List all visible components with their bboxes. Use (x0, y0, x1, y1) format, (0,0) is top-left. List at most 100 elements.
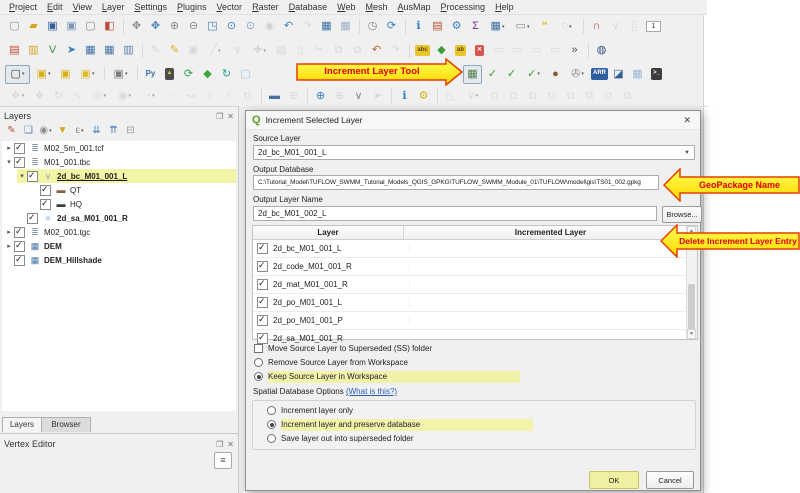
delete-selected-icon[interactable]: ▯▾ (292, 42, 309, 59)
statistical-summary-icon[interactable]: Σ▾ (467, 18, 484, 35)
tree-expander-icon[interactable]: ▸ (4, 242, 14, 250)
cursor-gray-icon[interactable]: ➤▾ (369, 88, 386, 105)
delete-ring-icon[interactable]: ◌▾ (163, 88, 180, 105)
filter-legend-icon[interactable]: ▼▾ (55, 124, 70, 139)
move-map-icon[interactable]: ⊕▾ (312, 88, 329, 105)
topology-tool-icon[interactable]: ⧉▾ (562, 88, 579, 105)
option-save-superseded[interactable]: Save layer out into superseded folder (265, 432, 695, 445)
python-console-icon[interactable]: Py▾ (142, 66, 159, 83)
layer-visibility-checkbox[interactable] (14, 241, 25, 252)
digitize-disabled-icon[interactable]: ∨▾ (461, 88, 484, 105)
check-files-icon[interactable]: ✓▾ (484, 66, 501, 83)
zoom-native-icon[interactable]: ◉▾ (261, 18, 278, 35)
topology-tool-icon[interactable]: ⧉▾ (543, 88, 560, 105)
menu-item[interactable]: Plugins (172, 2, 212, 12)
menu-item[interactable]: AusMap (392, 2, 435, 12)
wrench-settings-icon[interactable]: ⚙▾ (415, 88, 432, 105)
style-manager-icon[interactable]: ◧▾ (101, 18, 118, 35)
enable-tracing-icon[interactable]: ∨▾ (607, 18, 624, 35)
add-group-icon[interactable]: ❏▾ (21, 124, 36, 139)
layer-m02-001-tgc[interactable]: ▸ ≣ M02_001.tgc (4, 225, 236, 239)
add-raster-layer-icon[interactable]: ➤▾ (63, 42, 80, 59)
layer-visibility-checkbox[interactable] (14, 143, 25, 154)
move-label-icon[interactable]: ▭▾ (509, 42, 526, 59)
new-project-icon[interactable]: ▢▾ (6, 18, 23, 35)
layer-dem-hillshade[interactable]: ▦ DEM_Hillshade (4, 253, 236, 267)
move-feature-icon[interactable]: ❖▾ (6, 88, 29, 105)
menu-item[interactable]: Vector (212, 2, 248, 12)
menu-item[interactable]: Project (4, 2, 42, 12)
menu-item[interactable]: Raster (247, 2, 284, 12)
deselect-features-icon[interactable]: ▣▾ (57, 66, 74, 83)
row-checkbox[interactable] (257, 243, 268, 254)
tree-expander-icon[interactable]: ▾ (4, 158, 14, 166)
enable-snapping-icon[interactable]: ∩▾ (588, 18, 605, 35)
osm-globe-icon[interactable]: ◍▾ (593, 42, 610, 59)
show-hide-labels-icon[interactable]: ▭▾ (490, 42, 507, 59)
menu-item[interactable]: View (68, 2, 97, 12)
save-project-as-icon[interactable]: ▣▾ (63, 18, 80, 35)
option-increment-preserve[interactable]: Increment layer and preserve database (265, 418, 695, 431)
menu-item[interactable]: Database (284, 2, 333, 12)
expand-all-icon[interactable]: ⇊▾ (89, 124, 104, 139)
identify-features-icon[interactable]: ℹ▾ (410, 18, 427, 35)
panel-close-icon[interactable]: ✕ (227, 112, 234, 121)
polygon-green-icon[interactable]: ◆▾ (199, 66, 216, 83)
attachment-icon[interactable]: ✇▾ (566, 66, 589, 83)
layer-diagram-icon[interactable]: ◆▾ (433, 42, 450, 59)
save-project-icon[interactable]: ▣▾ (44, 18, 61, 35)
column-header-incremented-layer[interactable]: Incremented Layer (404, 226, 697, 239)
zoom-out-icon[interactable]: ⊖▾ (185, 18, 202, 35)
new-map-view-icon[interactable]: ▦▾ (318, 18, 335, 35)
zoom-full-icon[interactable]: ◳▾ (204, 18, 221, 35)
copy-features-icon[interactable]: ⧉▾ (330, 42, 347, 59)
tab-browser[interactable]: Browser (41, 417, 91, 432)
tree-expander-icon[interactable]: ▸ (4, 228, 14, 236)
layer-visibility-checkbox[interactable] (27, 171, 38, 182)
dialog-close-icon[interactable]: ✕ (680, 115, 694, 126)
legend-item-qt[interactable]: ▬ QT (30, 183, 236, 197)
save-layer-edits-icon[interactable]: ▣▾ (185, 42, 202, 59)
zoom-to-layer-icon[interactable]: ⊙▾ (242, 18, 259, 35)
panel-float-icon[interactable]: ❐ (216, 112, 223, 121)
vertex-editor-menu-icon[interactable]: ≡ (214, 452, 232, 469)
topology-tool-icon[interactable]: ⧉▾ (581, 88, 598, 105)
add-vector-layer-icon[interactable]: ▥▾ (25, 42, 42, 59)
output-layer-name-input[interactable]: 2d_bc_M01_002_L (253, 206, 657, 221)
offset-curve-icon[interactable]: ↝▾ (182, 88, 199, 105)
pan-to-selection-icon[interactable]: ✥▾ (147, 18, 164, 35)
source-layer-combobox[interactable]: 2d_bc_M01_001_L ▼ (253, 145, 695, 160)
collapse-all-icon[interactable]: ⇈▾ (106, 124, 121, 139)
menu-item[interactable]: Help (490, 2, 519, 12)
select-by-value-icon[interactable]: ▣▾ (32, 66, 55, 83)
increment-row-2d-bc[interactable]: 2d_bc_M01_001_L (253, 240, 697, 258)
add-ring-icon[interactable]: ◎▾ (88, 88, 111, 105)
option-control[interactable] (254, 372, 263, 381)
digitize-line-icon[interactable]: ╱▾ (204, 42, 227, 59)
tuflow-beaver-icon[interactable]: ●▾ (547, 66, 564, 83)
console-dark-icon[interactable]: >_▾ (648, 66, 665, 83)
tab-layers[interactable]: Layers (2, 417, 42, 432)
layer-visibility-checkbox[interactable] (14, 255, 25, 266)
change-label-icon[interactable]: ▭▾ (547, 42, 564, 59)
option-increment-only[interactable]: Increment layer only (265, 404, 695, 417)
row-checkbox[interactable] (257, 315, 268, 326)
topology-tool-icon[interactable]: ⧉▾ (619, 88, 636, 105)
measure-line-icon[interactable]: ▭▾ (511, 18, 534, 35)
layer-visibility-checkbox[interactable] (27, 213, 38, 224)
map-canvas-capture-icon[interactable]: ▣▾ (109, 66, 132, 83)
option-remove-source[interactable]: Remove Source Layer from Workspace (252, 356, 696, 369)
menu-item[interactable]: Web (332, 2, 360, 12)
add-mesh-layer-icon[interactable]: ▦▾ (82, 42, 99, 59)
arr-to-tuflow-icon[interactable]: ARR▾ (591, 66, 608, 83)
check-files-settings-icon[interactable]: ✓▾ (503, 66, 520, 83)
topology-tool-icon[interactable]: ⧉▾ (486, 88, 503, 105)
ok-button[interactable]: OK (589, 471, 639, 489)
random-points-icon[interactable]: ⣿▾ (626, 18, 643, 35)
split-features-icon[interactable]: ∕▾ (220, 88, 237, 105)
manage-map-themes-icon[interactable]: ◉▾ (38, 124, 53, 139)
remove-layer-icon[interactable]: ⊟▾ (123, 124, 138, 139)
toolbar-overflow-chevron[interactable]: »▾ (566, 42, 583, 59)
menu-item[interactable]: Settings (129, 2, 172, 12)
zoom-to-selection-icon[interactable]: ⊙▾ (223, 18, 240, 35)
